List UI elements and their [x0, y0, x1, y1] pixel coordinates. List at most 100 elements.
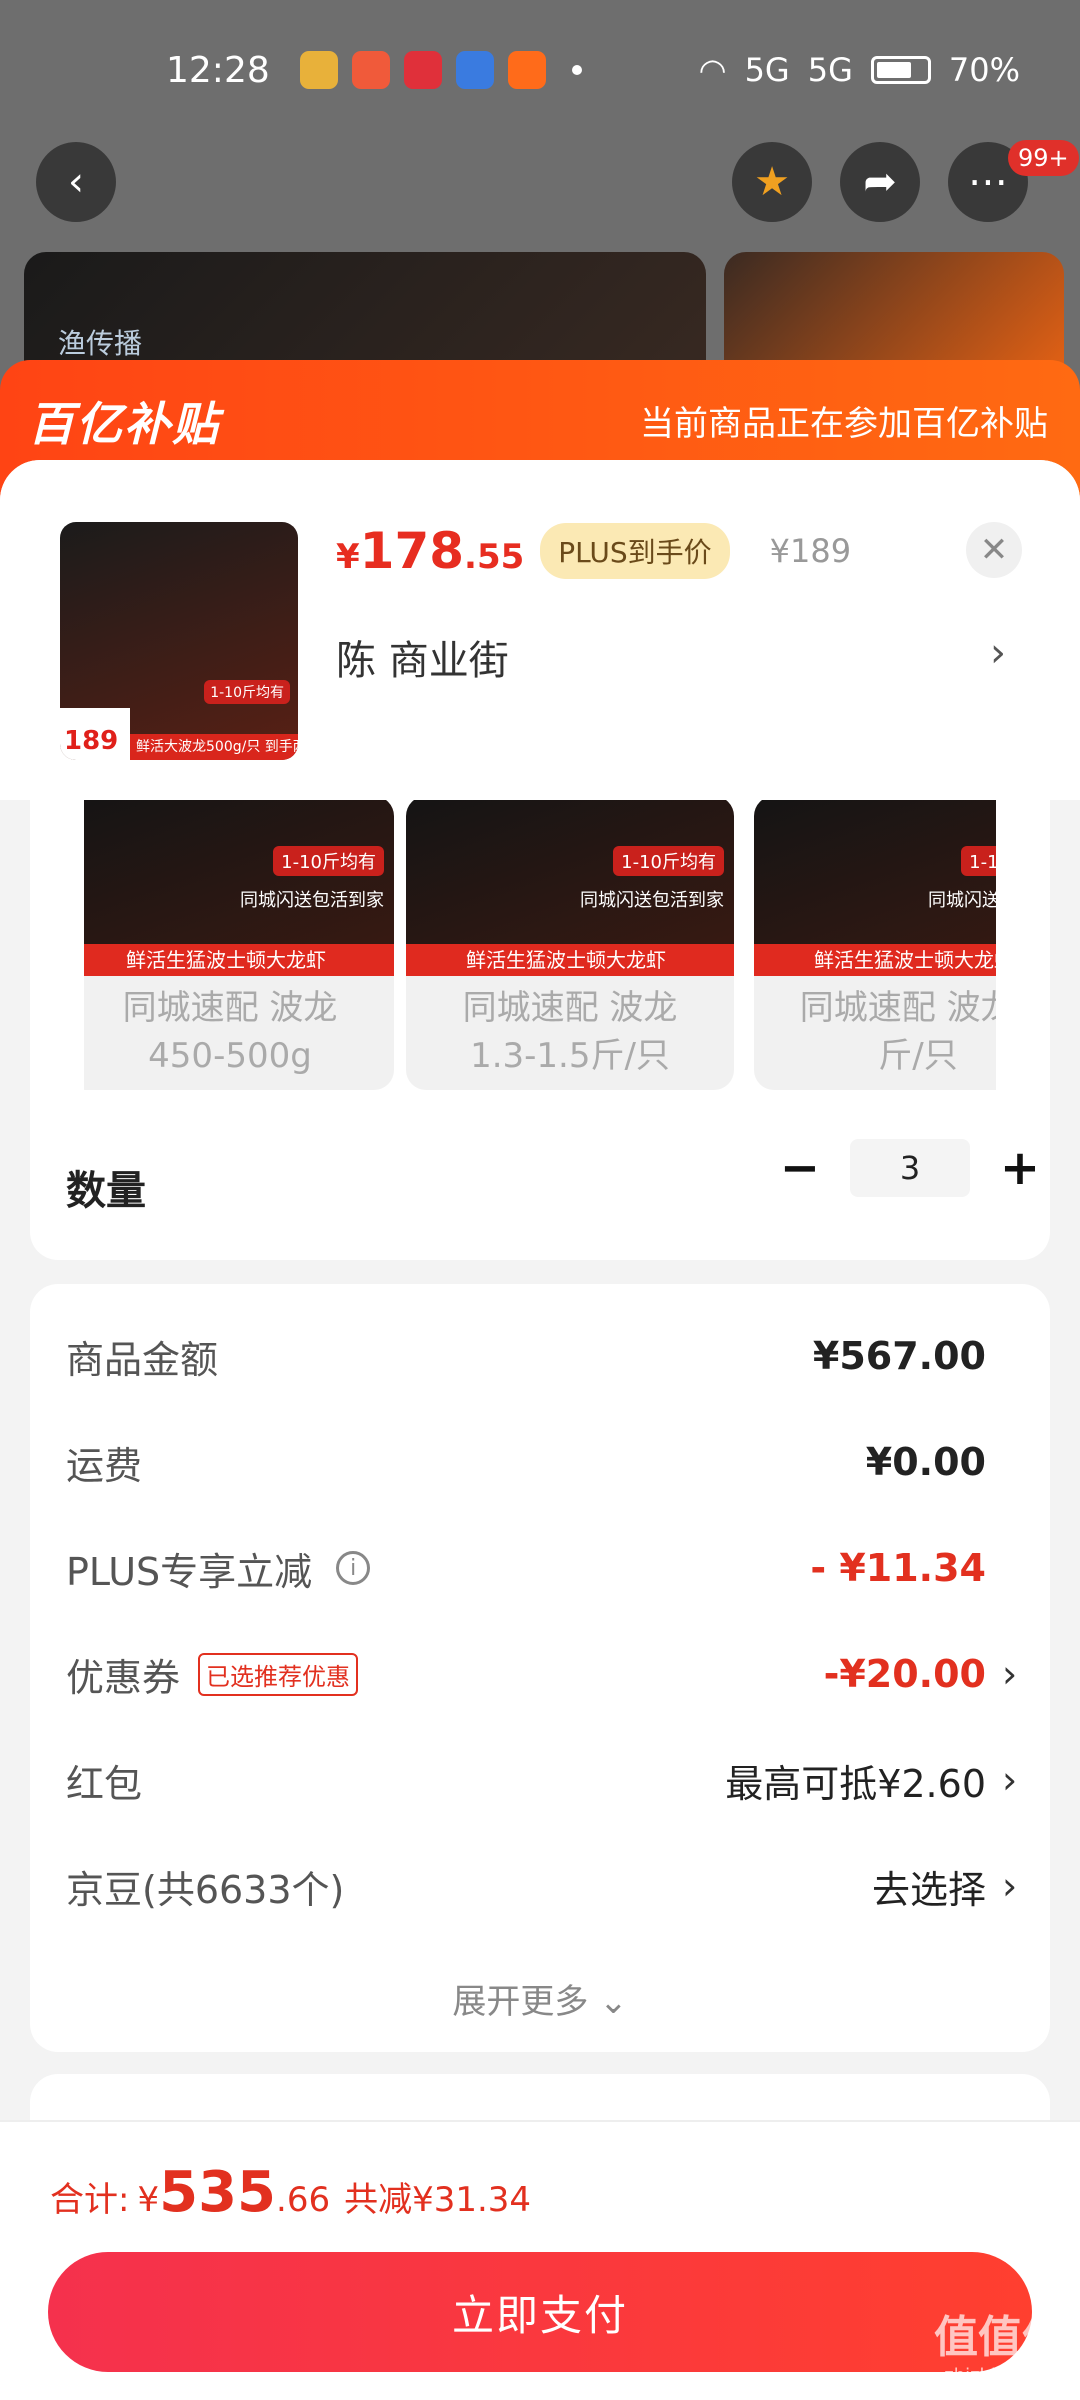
expand-more-button[interactable]: 展开更多 ⌄	[30, 1974, 1050, 2023]
spec-image: 1-10斤均有 同城闪送包活到家 鲜活生猛波士顿大龙虾	[754, 800, 996, 976]
subsidy-notice: 当前商品正在参加百亿补贴	[640, 404, 1048, 444]
coupon-value: -¥20.00	[823, 1652, 986, 1696]
share-button[interactable]: ➦	[840, 142, 920, 222]
more-notifications-dot	[571, 65, 582, 75]
spec-strip: 鲜活生猛波士顿大龙虾	[84, 944, 394, 976]
fee-summary-card: 商品金额 ¥567.00 运费 ¥0.00 PLUS专享立减 i - ¥11.34…	[30, 1284, 1050, 2052]
chevron-right-icon[interactable]: ›	[990, 630, 1006, 676]
fee-row-coupon[interactable]: 优惠券 已选推荐优惠 -¥20.00 ›	[66, 1634, 1026, 1714]
price-row: ¥178.55 PLUS到手价 ¥189	[336, 522, 851, 580]
baidu-icon	[455, 51, 494, 89]
coupon-label: 优惠券 已选推荐优惠	[66, 1647, 359, 1702]
battery-fill	[876, 62, 911, 78]
price-decimal: .55	[464, 537, 525, 577]
checkout-footer: 合计: ¥ 535 .66 共减¥31.34 立即支付	[0, 2120, 1080, 2400]
total-saving: 共减¥31.34	[344, 2180, 532, 2220]
manga-app-icon	[351, 51, 390, 89]
signal-icon: 5G	[744, 51, 790, 89]
fee-row-goods: 商品金额 ¥567.00	[66, 1316, 1026, 1396]
spec-image: 1-10斤均有 同城闪送包活到家 鲜活生猛波士顿大龙虾	[84, 800, 394, 976]
spec-sub: 同城闪送包活到家	[240, 890, 384, 911]
taobao-icon	[507, 51, 546, 89]
spec-label: 同城速配 波龙 450-500g	[84, 976, 394, 1080]
fee-row-red-packet[interactable]: 红包 最高可抵¥2.60 ›	[66, 1740, 1026, 1820]
chevron-right-icon: ›	[1002, 1864, 1018, 1908]
spec-option[interactable]: 1-10斤均有 同城闪送包活到家 鲜活生猛波士顿大龙虾 同城速配 波龙 1.3-1…	[406, 800, 734, 1090]
total-symbol: ¥	[137, 2180, 160, 2220]
spec-sub: 同城闪送包活到家	[580, 890, 724, 911]
quantity-input[interactable]: 3	[850, 1139, 970, 1197]
jingdou-value: 去选择	[871, 1867, 986, 1912]
goods-amount-value: ¥567.00	[812, 1334, 986, 1378]
thumb-tag: 1-10斤均有	[204, 680, 290, 704]
quantity-stepper: − 3 +	[770, 1138, 1050, 1198]
notification-icons	[299, 51, 546, 89]
red-packet-label: 红包	[66, 1761, 143, 1806]
goods-amount-label: 商品金额	[66, 1337, 219, 1382]
spec-tag: 1-10斤均有	[613, 846, 724, 876]
watermark-url: zhizhizhi.com	[944, 2365, 1066, 2386]
pay-now-button[interactable]: 立即支付	[48, 2252, 1032, 2372]
favorite-button[interactable]: ★	[732, 142, 812, 222]
info-icon[interactable]: i	[336, 1551, 371, 1585]
spec-option[interactable]: 1-10斤均有 同城闪送包活到家 鲜活生猛波士顿大龙虾 同城速配 波龙 450-5…	[84, 800, 394, 1090]
back-button[interactable]: ‹	[36, 142, 116, 222]
product-summary: 1-10斤均有 189 鲜活大波龙500g/只 到手两只 ¥178.55 PLU…	[0, 460, 1080, 800]
plus-price-tag: PLUS到手价	[540, 523, 730, 579]
spec-label-line2: 斤/只	[878, 1036, 958, 1076]
spec-option[interactable]: 1-10斤均有 同城闪送包活到家 鲜活生猛波士顿大龙虾 同城速配 波龙1 斤/只	[754, 800, 996, 1090]
spec-label: 同城速配 波龙 1.3-1.5斤/只	[406, 976, 734, 1080]
plus-discount-text: PLUS专享立减	[66, 1549, 313, 1594]
shipping-label: 运费	[66, 1443, 143, 1488]
total-decimal: .66	[276, 2180, 331, 2220]
quantity-label: 数量	[66, 1168, 146, 1214]
spec-tag: 1-10斤均有	[273, 846, 384, 876]
total-label: 合计:	[50, 2180, 130, 2220]
order-total: 合计: ¥ 535 .66 共减¥31.34	[50, 2160, 531, 2225]
original-price: ¥189	[769, 532, 852, 570]
current-price: ¥178.55	[336, 522, 524, 580]
spec-label-line2: 450-500g	[148, 1036, 312, 1076]
shipping-value: ¥0.00	[865, 1440, 986, 1484]
spec-image: 1-10斤均有 同城闪送包活到家 鲜活生猛波士顿大龙虾	[406, 800, 734, 976]
spec-list: 1-10斤均有 同城闪送包活到家 鲜活生猛波士顿大龙虾 同城速配 波龙 450-5…	[84, 800, 996, 1090]
price-symbol: ¥	[336, 537, 360, 577]
total-integer: 535	[159, 2160, 277, 2225]
jingdou-label: 京豆(共6633个)	[66, 1867, 345, 1912]
spec-label-line2: 1.3-1.5斤/只	[470, 1036, 670, 1076]
brand-logo: 渔传播	[58, 327, 143, 360]
red-packet-value: 最高可抵¥2.60	[725, 1761, 986, 1806]
spec-label-line1: 同城速配 波龙	[122, 988, 338, 1028]
delivery-address[interactable]: 陈 商业街	[336, 628, 509, 686]
product-thumbnail: 1-10斤均有 189 鲜活大波龙500g/只 到手两只	[60, 522, 298, 760]
chevron-right-icon: ›	[1002, 1652, 1018, 1696]
fee-row-plus: PLUS专享立减 i - ¥11.34	[66, 1528, 1026, 1608]
battery-percent: 70%	[948, 51, 1020, 89]
spec-tag: 1-10斤均有	[961, 846, 996, 876]
checkout-panel: 1-10斤均有 189 鲜活大波龙500g/只 到手两只 ¥178.55 PLU…	[0, 460, 1080, 2400]
close-button[interactable]: ✕	[966, 522, 1022, 578]
wifi-icon: ◠	[698, 51, 727, 89]
spec-strip: 鲜活生猛波士顿大龙虾	[406, 944, 734, 976]
spec-label-line1: 同城速配 波龙	[462, 988, 678, 1028]
spec-label: 同城速配 波龙1 斤/只	[754, 976, 996, 1080]
thumb-strip: 鲜活大波龙500g/只 到手两只	[130, 734, 298, 760]
chevron-right-icon: ›	[1002, 1758, 1018, 1802]
plus-discount-label: PLUS专享立减 i	[66, 1541, 371, 1596]
coupon-text: 优惠券	[66, 1655, 181, 1700]
weibo-icon	[299, 51, 338, 89]
battery-icon	[870, 56, 931, 84]
status-right: ◠ 5G 5G 70%	[699, 51, 1020, 89]
thumb-price: 189	[60, 708, 130, 760]
spec-card: 1-10斤均有 同城闪送包活到家 鲜活生猛波士顿大龙虾 同城速配 波龙 450-5…	[30, 800, 1050, 1260]
spec-strip: 鲜活生猛波士顿大龙虾	[754, 944, 996, 976]
game-app-icon	[403, 51, 442, 89]
fee-row-shipping: 运费 ¥0.00	[66, 1422, 1026, 1502]
watermark-text: 值值值	[934, 2312, 1066, 2363]
fee-row-jingdou[interactable]: 京豆(共6633个) 去选择 ›	[66, 1846, 1026, 1926]
spec-label-line1: 同城速配 波龙1	[799, 988, 996, 1028]
decrement-button[interactable]: −	[770, 1138, 830, 1198]
coupon-tag: 已选推荐优惠	[198, 1652, 359, 1696]
increment-button[interactable]: +	[990, 1138, 1050, 1198]
status-bar: 12:28 ◠ 5G 5G 70%	[0, 0, 1080, 140]
